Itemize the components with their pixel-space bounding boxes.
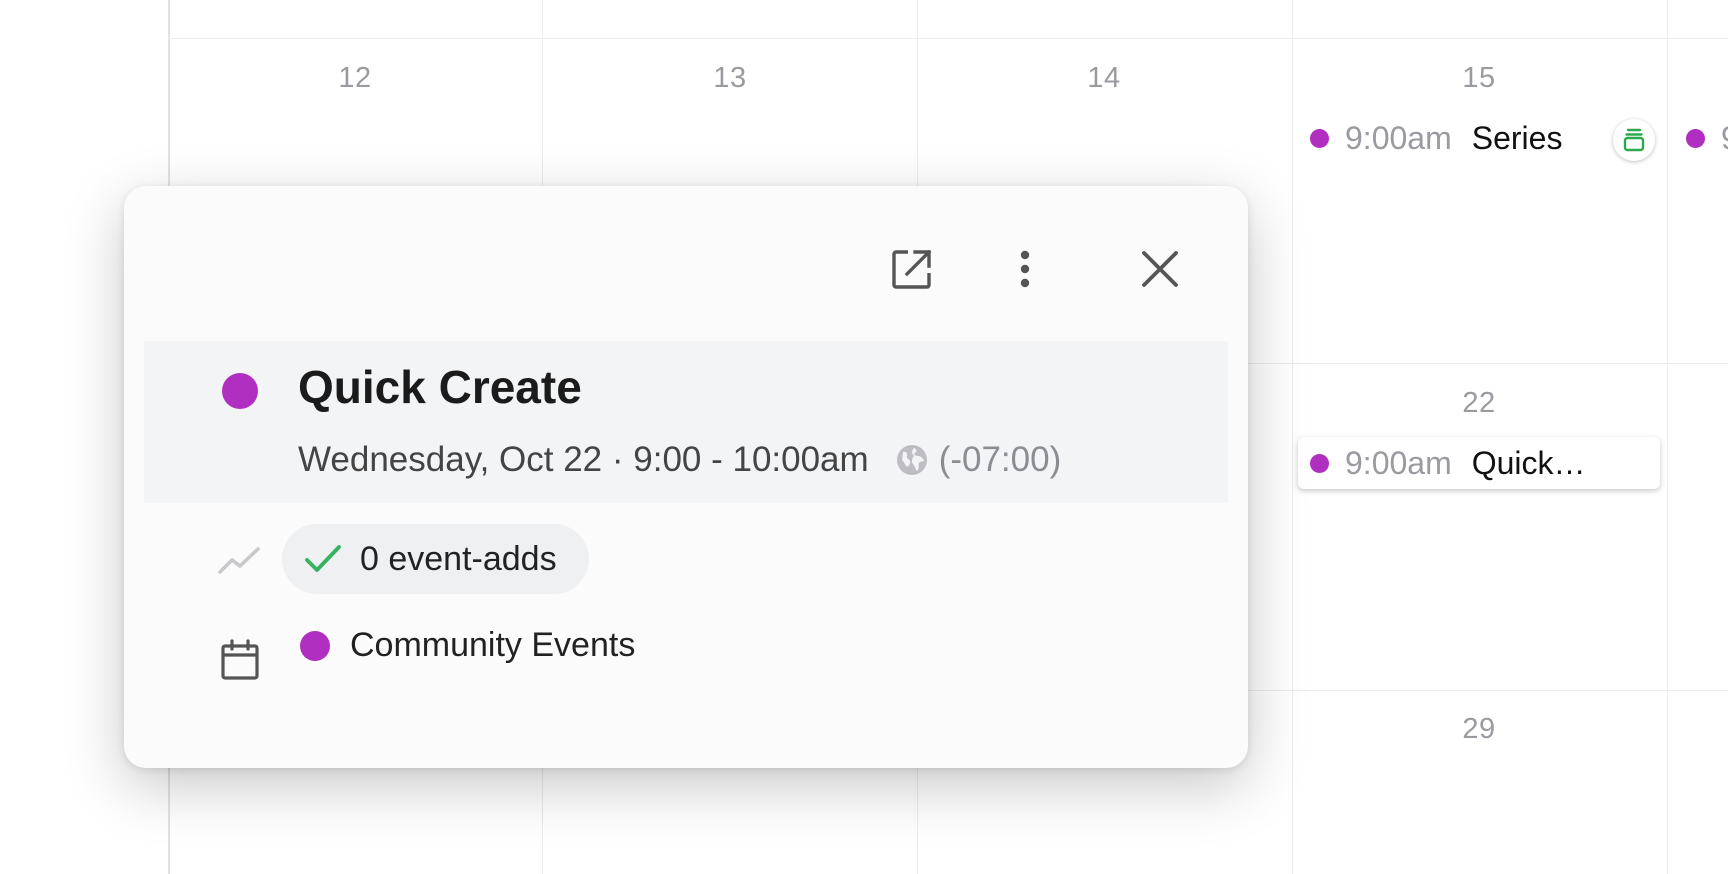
event-adds-label: 0 event-adds xyxy=(360,539,557,578)
trending-icon xyxy=(218,538,262,582)
calendar-color-dot xyxy=(300,630,330,661)
event-title: Series xyxy=(1471,119,1563,156)
calendar-event-partial[interactable]: 9 xyxy=(1686,112,1728,164)
event-time: 9:00am xyxy=(1345,444,1452,481)
event-time: 9:00am xyxy=(1345,119,1452,156)
grid-column-divider xyxy=(1292,0,1293,874)
globe-icon xyxy=(895,443,929,477)
calendar-event-series[interactable]: 9:00am Series xyxy=(1310,112,1562,164)
day-number[interactable]: 15 xyxy=(1419,62,1539,95)
event-date-time: Wednesday, Oct 22 · 9:00 - 10:00am xyxy=(298,440,869,479)
event-details-popover: Quick Create Wednesday, Oct 22 · 9:00 - … xyxy=(124,186,1248,768)
day-number[interactable]: 14 xyxy=(1044,62,1164,95)
recurring-series-icon xyxy=(1623,128,1645,152)
event-timezone: (-07:00) xyxy=(938,440,1062,479)
event-color-dot xyxy=(222,373,258,409)
calendar-name: Community Events xyxy=(350,626,636,664)
event-time: 9 xyxy=(1721,120,1728,157)
open-in-new-button[interactable] xyxy=(884,241,940,297)
close-button[interactable] xyxy=(1132,241,1188,297)
event-title: Quick… xyxy=(1471,444,1586,481)
calendar-icon xyxy=(218,638,262,682)
event-title[interactable]: Quick Create xyxy=(298,360,582,414)
day-number[interactable]: 29 xyxy=(1419,713,1539,746)
event-color-dot xyxy=(1310,453,1329,473)
more-vertical-icon xyxy=(1020,250,1030,288)
more-options-button[interactable] xyxy=(997,241,1053,297)
event-datetime: Wednesday, Oct 22 · 9:00 - 10:00am (-07:… xyxy=(298,440,1061,480)
series-badge[interactable] xyxy=(1613,119,1655,161)
day-number[interactable]: 12 xyxy=(295,62,415,95)
checkmark-icon xyxy=(305,545,341,572)
event-adds-pill[interactable]: 0 event-adds xyxy=(282,524,589,594)
day-number[interactable]: 22 xyxy=(1419,387,1539,420)
grid-row-divider xyxy=(168,38,1728,39)
close-icon xyxy=(1142,251,1178,287)
open-external-icon xyxy=(892,249,932,289)
calendar-event-quick-create[interactable]: 9:00am Quick… xyxy=(1298,437,1660,489)
day-number[interactable]: 13 xyxy=(670,62,790,95)
calendar-selector[interactable]: Community Events xyxy=(300,626,635,665)
event-color-dot xyxy=(1686,128,1705,148)
event-color-dot xyxy=(1310,128,1329,148)
grid-column-divider xyxy=(1667,0,1668,874)
